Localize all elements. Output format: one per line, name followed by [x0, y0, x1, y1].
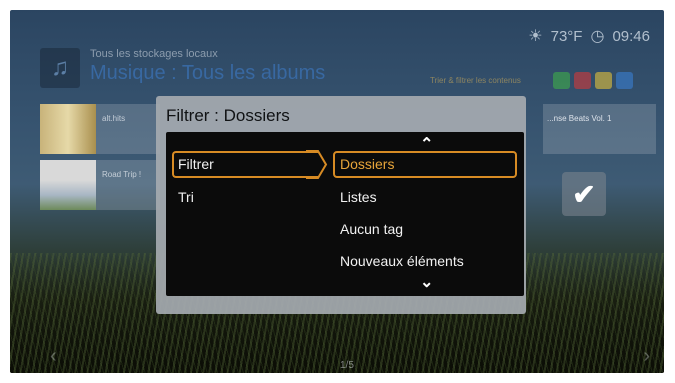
menu-item-filtrer[interactable]: Filtrer — [178, 156, 214, 172]
album-row[interactable]: Road Trip ! — [40, 160, 160, 210]
option-dossiers[interactable]: Dossiers — [340, 156, 394, 172]
album-thumbnail — [40, 160, 96, 210]
color-buttons — [553, 72, 633, 89]
album-label: ...nse Beats Vol. 1 — [547, 114, 612, 123]
music-icon: ♫ — [40, 48, 80, 88]
selection-arrow — [306, 150, 328, 179]
sort-filter-hint: Trier & filtrer les contenus — [430, 76, 521, 85]
clock-icon: ◷ — [590, 28, 605, 45]
page-indicator: 1/5 — [340, 360, 354, 371]
option-aucun-tag[interactable]: Aucun tag — [340, 221, 403, 237]
chevron-left-icon[interactable]: ‹ — [50, 345, 57, 368]
time: 09:46 — [612, 27, 650, 45]
screen: ☀ 73°F ◷ 09:46 ♫ Tous les stockages loca… — [10, 10, 664, 373]
option-listes[interactable]: Listes — [340, 189, 377, 205]
blue-button[interactable] — [616, 72, 633, 89]
chevron-down-icon[interactable]: ⌄ — [420, 272, 433, 292]
temperature: 73°F — [550, 27, 583, 45]
confirm-check-button[interactable]: ✔ — [562, 172, 606, 216]
album-label: alt.hits — [102, 114, 126, 123]
header: ♫ Tous les stockages locaux Musique : To… — [40, 48, 325, 88]
menu-item-tri[interactable]: Tri — [178, 189, 194, 205]
yellow-button[interactable] — [595, 72, 612, 89]
album-row[interactable]: ...nse Beats Vol. 1 — [543, 104, 656, 154]
album-label: Road Trip ! — [102, 170, 142, 179]
status-bar: ☀ 73°F ◷ 09:46 — [528, 26, 650, 46]
green-button[interactable] — [553, 72, 570, 89]
option-nouveaux-elements[interactable]: Nouveaux éléments — [340, 253, 464, 269]
header-title: Musique : Tous les albums — [90, 62, 326, 84]
header-subtitle: Tous les stockages locaux — [90, 48, 218, 60]
weather-icon: ☀ — [528, 28, 543, 45]
chevron-right-icon[interactable]: › — [643, 345, 650, 368]
red-button[interactable] — [574, 72, 591, 89]
album-thumbnail — [40, 104, 96, 154]
filter-panel: ⌃ Filtrer Tri Dossiers Listes Aucun tag … — [166, 132, 524, 296]
filter-dialog: Filtrer : Dossiers ⌃ Filtrer Tri Dossier… — [156, 96, 526, 314]
album-row[interactable]: alt.hits — [40, 104, 160, 154]
dialog-title: Filtrer : Dossiers — [166, 106, 290, 125]
